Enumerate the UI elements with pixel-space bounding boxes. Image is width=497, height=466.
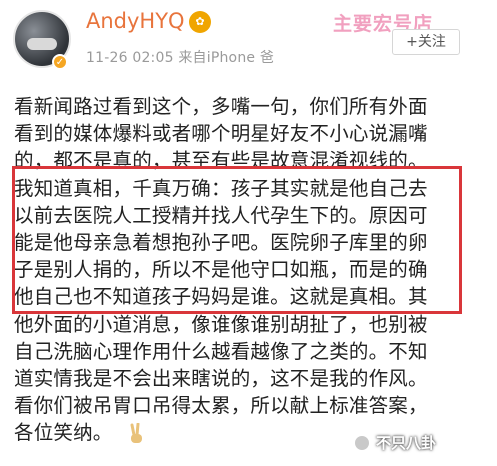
post-line: 的，都不是真的，甚至有些是故意混淆视线的。 [14, 149, 428, 173]
post-line: 看新闻路过看到这个，多嘴一句，你们所有外面 [14, 95, 428, 118]
post-line: 能是他母亲急着想抱孙子吧。医院卵子库里的卵 [14, 230, 428, 254]
post-line-text: 各位笑纳。 [14, 421, 113, 445]
follow-button[interactable]: +关注 [392, 29, 460, 55]
post-line: 他外面的小道消息，像谁像谁别胡扯了，也别被 [14, 312, 428, 336]
post-line: 子是别人捐的，所以不是他守口如瓶，而是的确 [14, 258, 428, 282]
post-line: 看你们被吊胃口吊得太累，所以献上标准答案， [14, 394, 428, 418]
member-badge-icon: ✿ [189, 11, 211, 33]
peace-hand-icon [130, 422, 142, 443]
post-source: 来自iPhone 爸 [178, 50, 275, 66]
post-line: 看到的媒体爆料或者哪个明星好友不小心说漏嘴 [14, 122, 428, 146]
bottom-watermark: 不只八卦 [376, 434, 437, 452]
post-header: ✓ AndyHYQ ✿ 11-26 02:05 来自iPhone 爸 主要宏号店… [0, 0, 497, 90]
watermark-logo-icon [353, 434, 371, 452]
post-line: 我知道真相，千真万确：孩子其实就是他自己去 [14, 176, 428, 200]
username[interactable]: AndyHYQ [86, 9, 185, 33]
timestamp: 11-26 02:05 [86, 50, 174, 66]
verified-badge-icon: ✓ [52, 54, 68, 70]
post-line: 自己洗脑心理作用什么越看越像了之类的。不知 [14, 339, 428, 363]
post-line: 道实情我是不会出来瞎说的，这不是我的作风。 [14, 366, 428, 390]
post-body: 看新闻路过看到这个，多嘴一句，你们所有外面 看到的媒体爆料或者哪个明星好友不小心… [14, 93, 484, 446]
post-meta: 11-26 02:05 来自iPhone 爸 [86, 47, 274, 67]
post-line: 他自己也不知道孩子妈妈是谁。这就是真相。其 [14, 285, 428, 309]
post-line: 以前去医院人工授精并找人代孕生下的。原因可 [14, 203, 428, 227]
